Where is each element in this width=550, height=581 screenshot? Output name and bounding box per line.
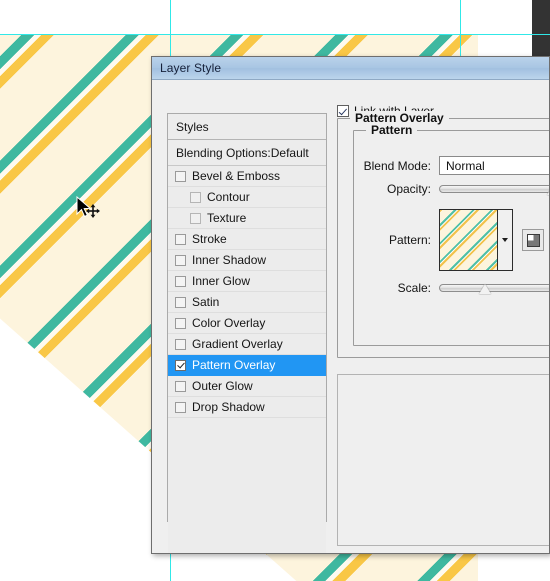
checkbox-contour[interactable] — [190, 191, 201, 203]
new-preset-icon[interactable] — [522, 229, 544, 251]
checkbox-pattern-overlay[interactable] — [175, 359, 186, 371]
style-row-bevel-emboss[interactable]: Bevel & Emboss — [168, 166, 326, 187]
dialog-title: Layer Style — [160, 61, 222, 75]
chevron-down-icon[interactable] — [497, 210, 512, 270]
style-row-stroke[interactable]: Stroke — [168, 229, 326, 250]
checkbox-texture[interactable] — [190, 212, 201, 224]
scale-label: Scale: — [397, 281, 431, 295]
style-row-drop-shadow[interactable]: Drop Shadow — [168, 397, 326, 418]
pattern-label: Pattern: — [388, 233, 431, 247]
checkbox-link-with-layer[interactable] — [337, 105, 349, 117]
style-label: Gradient Overlay — [192, 337, 283, 351]
style-row-contour[interactable]: Contour — [168, 187, 326, 208]
horizontal-guide[interactable] — [0, 34, 550, 35]
blend-mode-select[interactable]: Normal — [439, 156, 549, 175]
styles-list-panel[interactable]: Styles Blending Options:Default Bevel & … — [167, 113, 327, 553]
checkbox-inner-glow[interactable] — [175, 275, 186, 287]
blending-options-item[interactable]: Blending Options:Default — [168, 140, 326, 166]
style-row-satin[interactable]: Satin — [168, 292, 326, 313]
blend-mode-value: Normal — [446, 158, 485, 173]
blend-mode-label: Blend Mode: — [363, 158, 431, 173]
pattern-row: Pattern: — [353, 209, 544, 271]
scale-slider[interactable] — [439, 281, 549, 295]
scale-slider-thumb[interactable] — [478, 284, 491, 294]
style-label: Texture — [207, 211, 247, 225]
checkbox-color-overlay[interactable] — [175, 317, 186, 329]
style-label: Drop Shadow — [192, 400, 265, 414]
opacity-slider-track — [439, 185, 549, 193]
checkbox-stroke[interactable] — [175, 233, 186, 245]
opacity-slider[interactable] — [439, 182, 549, 196]
dialog-body: Styles Blending Options:Default Bevel & … — [152, 80, 549, 553]
pattern-swatch-preview[interactable] — [440, 210, 497, 270]
scale-slider-track — [439, 284, 549, 292]
dialog-titlebar[interactable]: Layer Style — [152, 57, 549, 80]
panel-empty-area — [337, 374, 549, 546]
checkbox-satin[interactable] — [175, 296, 186, 308]
style-label: Contour — [207, 190, 250, 204]
chevron-down-glyph — [502, 238, 508, 242]
checkbox-drop-shadow[interactable] — [175, 401, 186, 413]
style-row-pattern-overlay[interactable]: Pattern Overlay — [168, 355, 326, 376]
style-label: Inner Glow — [192, 274, 251, 288]
opacity-label: Opacity: — [386, 182, 431, 196]
checkbox-gradient-overlay[interactable] — [175, 338, 186, 350]
style-row-inner-shadow[interactable]: Inner Shadow — [168, 250, 326, 271]
checkbox-bevel-emboss[interactable] — [175, 170, 186, 182]
style-row-texture[interactable]: Texture — [168, 208, 326, 229]
styles-header[interactable]: Styles — [168, 114, 326, 140]
style-label: Stroke — [192, 232, 227, 246]
style-list-empty-area — [168, 418, 326, 553]
checkbox-inner-shadow[interactable] — [175, 254, 186, 266]
style-effect-list: Bevel & Emboss Contour Texture Stroke In — [168, 166, 326, 553]
pattern-overlay-panel: Pattern Overlay Pattern Blend Mode: Norm… — [337, 104, 549, 553]
layer-style-dialog[interactable]: Layer Style Styles Blending Options:Defa… — [151, 56, 550, 554]
checkbox-outer-glow[interactable] — [175, 380, 186, 392]
blend-mode-row: Blend Mode: Normal — [353, 156, 549, 175]
pattern-picker[interactable] — [439, 209, 513, 271]
style-label: Pattern Overlay — [192, 358, 276, 372]
pattern-group-title: Pattern — [366, 123, 418, 137]
style-label: Bevel & Emboss — [192, 169, 281, 183]
style-label: Inner Shadow — [192, 253, 267, 267]
style-row-color-overlay[interactable]: Color Overlay — [168, 313, 326, 334]
opacity-row: Opacity: — [353, 182, 549, 196]
style-label: Outer Glow — [192, 379, 253, 393]
style-row-outer-glow[interactable]: Outer Glow — [168, 376, 326, 397]
style-label: Color Overlay — [192, 316, 266, 330]
scale-row: Scale: — [353, 281, 549, 295]
style-row-inner-glow[interactable]: Inner Glow — [168, 271, 326, 292]
style-label: Satin — [192, 295, 220, 309]
new-preset-glyph — [526, 233, 540, 247]
style-row-gradient-overlay[interactable]: Gradient Overlay — [168, 334, 326, 355]
